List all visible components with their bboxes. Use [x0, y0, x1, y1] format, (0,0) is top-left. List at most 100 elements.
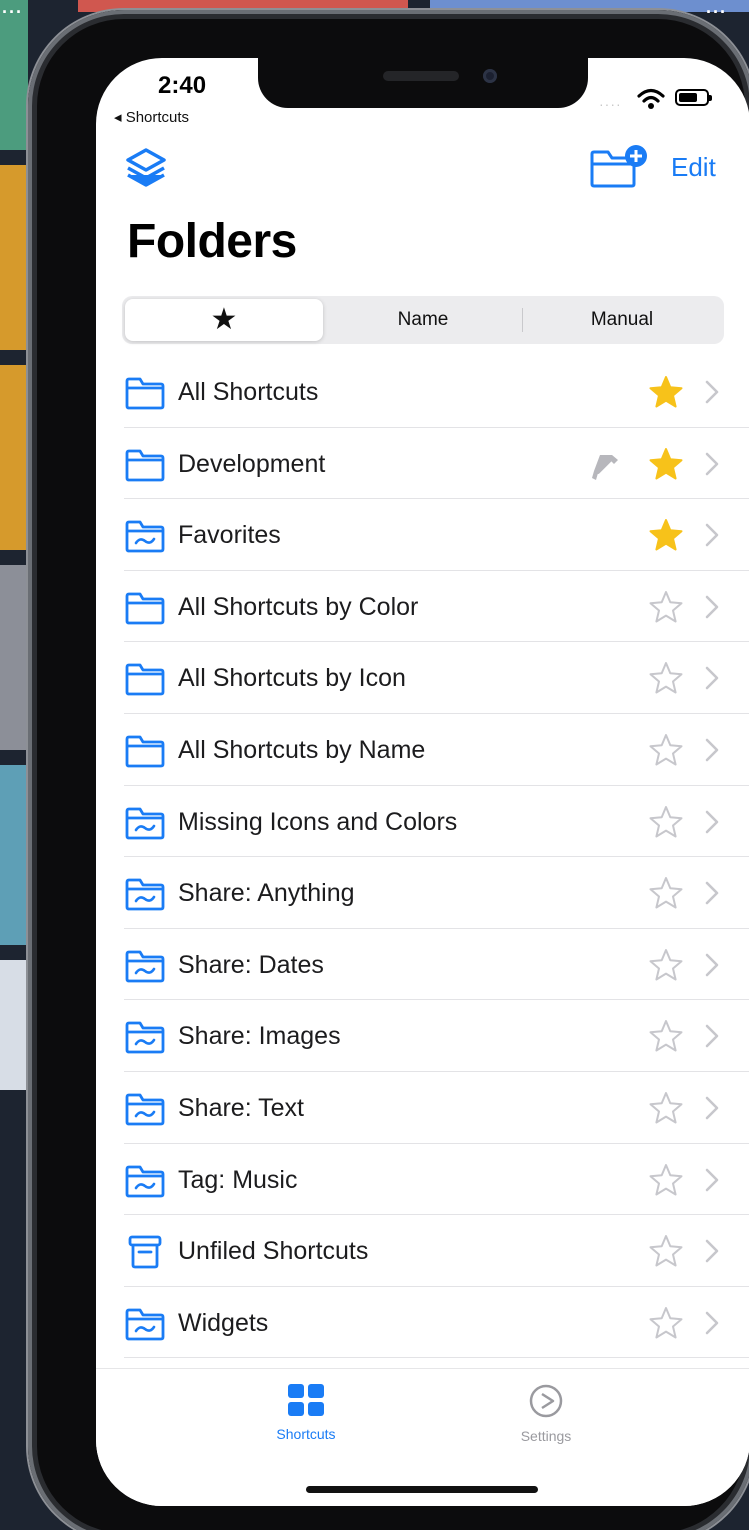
star-filled-icon[interactable] [648, 518, 684, 557]
chevron-right-icon [704, 522, 720, 553]
folder-row[interactable]: All Shortcuts by Icon [96, 642, 749, 714]
hammer-icon [590, 449, 626, 488]
folder-row[interactable]: All Shortcuts by Color [96, 571, 749, 643]
folder-row[interactable]: All Shortcuts by Name [96, 714, 749, 786]
folder-label: Share: Text [178, 1093, 305, 1122]
background-app-card-teal [0, 765, 28, 945]
archive-box-icon [124, 1234, 166, 1275]
folder-row[interactable]: Share: Anything [96, 857, 749, 929]
phone-frame: 2:40 ◂ Shortcuts ···· Edit Folders ★ Nam… [28, 10, 749, 1530]
folder-row[interactable]: Development [96, 428, 749, 500]
folder-label: All Shortcuts by Name [178, 735, 426, 764]
home-indicator[interactable] [306, 1486, 538, 1493]
background-app-card-light [0, 960, 28, 1090]
star-outline-icon[interactable] [648, 1019, 684, 1058]
star-outline-icon[interactable] [648, 1091, 684, 1130]
folder-label: Share: Dates [178, 950, 324, 979]
folder-row[interactable]: Unfiled Shortcuts [96, 1215, 749, 1287]
chevron-right-icon [704, 379, 720, 410]
folder-label: Favorites [178, 521, 281, 550]
chevron-right-icon [704, 1023, 720, 1054]
chevron-right-icon [704, 594, 720, 625]
phone-screen: 2:40 ◂ Shortcuts ···· Edit Folders ★ Nam… [96, 58, 749, 1506]
chevron-right-icon [704, 1095, 720, 1126]
segment-name-label: Name [397, 309, 449, 330]
folder-row[interactable]: Share: Dates [96, 929, 749, 1001]
smart-folder-icon [124, 1163, 166, 1204]
star-outline-icon[interactable] [648, 1306, 684, 1345]
settings-icon [529, 1384, 563, 1418]
star-icon: ★ [210, 303, 238, 336]
star-outline-icon[interactable] [648, 1234, 684, 1273]
folder-label: Share: Anything [178, 879, 355, 908]
grid-icon [288, 1384, 324, 1416]
background-app-card-orange [0, 365, 28, 550]
star-filled-icon[interactable] [648, 447, 684, 486]
battery-icon [675, 89, 712, 106]
star-filled-icon[interactable] [648, 375, 684, 414]
layers-icon[interactable] [124, 146, 168, 190]
status-time: 2:40 [158, 72, 207, 99]
folder-label: Unfiled Shortcuts [178, 1237, 369, 1266]
page-title: Folders [127, 215, 297, 268]
folder-list: All Shortcuts Development Favorites All Sho… [96, 356, 749, 1359]
segment-manual-label: Manual [590, 309, 654, 330]
front-camera [483, 69, 497, 83]
star-outline-icon[interactable] [648, 661, 684, 700]
folder-row[interactable]: All Shortcuts [96, 356, 749, 428]
segment-manual[interactable]: Manual [523, 299, 721, 341]
star-outline-icon[interactable] [648, 1163, 684, 1202]
star-outline-icon[interactable] [648, 590, 684, 629]
segment-favorites[interactable]: ★ [125, 299, 323, 341]
chevron-right-icon [704, 451, 720, 482]
background-more-icon: ··· [706, 2, 727, 22]
smart-folder-icon [124, 1019, 166, 1060]
folder-icon [124, 661, 166, 702]
folder-label: Missing Icons and Colors [178, 807, 458, 836]
background-more-icon: ··· [2, 2, 23, 22]
notch [258, 58, 588, 108]
folder-row[interactable]: Tag: Music [96, 1144, 749, 1216]
tab-settings-label: Settings [520, 1428, 572, 1444]
tab-settings[interactable]: Settings [486, 1383, 606, 1444]
chevron-right-icon [704, 1167, 720, 1198]
folder-row[interactable]: Widgets [96, 1287, 749, 1359]
star-outline-icon[interactable] [648, 805, 684, 844]
star-outline-icon[interactable] [648, 733, 684, 772]
folder-icon [124, 590, 166, 631]
star-outline-icon[interactable] [648, 876, 684, 915]
folder-label: Development [178, 449, 326, 478]
tab-shortcuts[interactable]: Shortcuts [246, 1383, 366, 1442]
folder-label: All Shortcuts [178, 378, 319, 406]
background-app-card-orange [0, 165, 28, 350]
chevron-right-icon [704, 665, 720, 696]
sort-segmented-control: ★ Name Manual [122, 296, 724, 344]
folder-row[interactable]: Share: Text [96, 1072, 749, 1144]
chevron-right-icon [704, 880, 720, 911]
wifi-icon [637, 88, 665, 109]
folder-label: Tag: Music [178, 1165, 298, 1194]
chevron-right-icon [704, 952, 720, 983]
edit-button[interactable]: Edit [671, 152, 716, 183]
chevron-right-icon [704, 1310, 720, 1341]
segment-name[interactable]: Name [324, 299, 522, 341]
smart-folder-icon [124, 518, 166, 559]
smart-folder-icon [124, 1091, 166, 1132]
folder-label: All Shortcuts by Color [178, 592, 419, 621]
folder-row[interactable]: Favorites [96, 499, 749, 571]
cellular-signal-icon: ···· [599, 96, 622, 112]
chevron-right-icon [704, 1238, 720, 1269]
folder-row[interactable]: Share: Images [96, 1000, 749, 1072]
back-to-app-link[interactable]: ◂ Shortcuts [114, 108, 189, 126]
new-folder-icon[interactable] [588, 142, 650, 190]
background-app-card-grey [0, 565, 28, 750]
smart-folder-icon [124, 805, 166, 846]
folder-label: Widgets [178, 1308, 269, 1337]
smart-folder-icon [124, 948, 166, 989]
row-separator [124, 1357, 749, 1359]
chevron-right-icon [704, 737, 720, 768]
chevron-right-icon [704, 809, 720, 840]
folder-icon [124, 447, 166, 488]
star-outline-icon[interactable] [648, 948, 684, 987]
folder-row[interactable]: Missing Icons and Colors [96, 786, 749, 858]
